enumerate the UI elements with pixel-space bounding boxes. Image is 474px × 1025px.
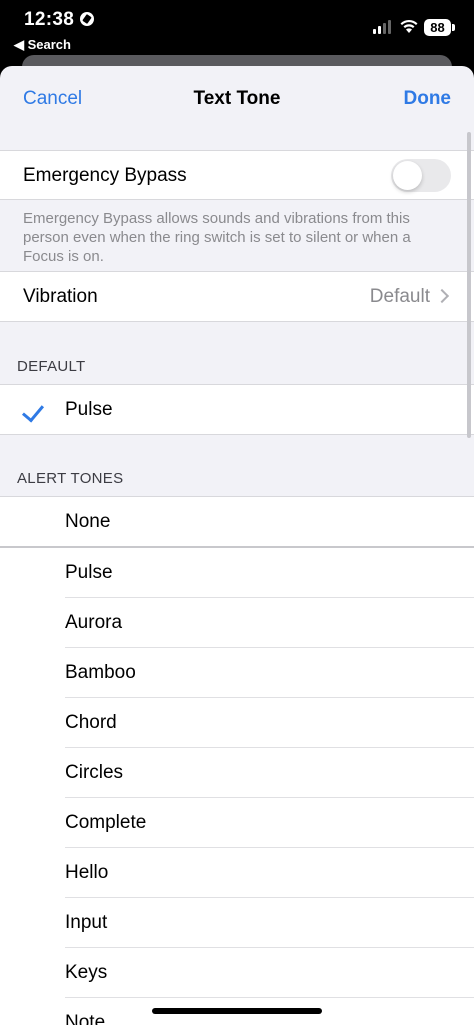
- emergency-bypass-footnote: Emergency Bypass allows sounds and vibra…: [23, 210, 411, 265]
- tone-label: Chord: [65, 712, 117, 733]
- tone-row-bamboo[interactable]: Bamboo: [0, 648, 474, 698]
- tone-label: Circles: [65, 762, 124, 783]
- tone-label: Note: [65, 1012, 106, 1025]
- tone-label: None: [65, 511, 111, 532]
- alert-tones-list: None Pulse Aurora Bamboo Chord Circles C…: [0, 496, 474, 1025]
- tone-row-complete[interactable]: Complete: [0, 798, 474, 848]
- tone-row-none[interactable]: None: [0, 497, 474, 548]
- tone-label: Bamboo: [65, 662, 136, 683]
- tone-label: Keys: [65, 962, 108, 983]
- vibration-value: Default: [369, 286, 430, 307]
- tone-row-pulse[interactable]: Pulse: [0, 548, 474, 598]
- battery-icon: [452, 24, 455, 31]
- default-section-header: DEFAULT: [17, 358, 86, 375]
- navigation-bar: Cancel Text Tone Done: [0, 66, 474, 132]
- tone-row-chord[interactable]: Chord: [0, 698, 474, 748]
- tone-label: Pulse: [65, 562, 113, 583]
- text-tone-sheet: Cancel Text Tone Done Emergency Bypass E…: [0, 66, 474, 1025]
- tone-row-hello[interactable]: Hello: [0, 848, 474, 898]
- checkmark-icon: [21, 399, 45, 423]
- home-indicator[interactable]: [152, 1008, 322, 1014]
- tone-label: Input: [65, 912, 108, 933]
- vibration-label: Vibration: [23, 286, 98, 307]
- default-tone-label: Pulse: [65, 399, 113, 420]
- battery-level: 88: [424, 19, 451, 36]
- tone-label: Hello: [65, 862, 109, 883]
- default-tone-row[interactable]: Pulse: [0, 384, 474, 435]
- tone-label: Aurora: [65, 612, 123, 633]
- back-to-search-link[interactable]: ◀ Search: [14, 37, 71, 53]
- scrollbar[interactable]: [467, 132, 471, 438]
- done-button[interactable]: Done: [404, 88, 452, 110]
- tone-row-keys[interactable]: Keys: [0, 948, 474, 998]
- chevron-right-icon: [434, 288, 450, 304]
- location-arrow-icon: [80, 12, 94, 26]
- alert-tones-section-header: ALERT TONES: [17, 470, 124, 487]
- tone-row-input[interactable]: Input: [0, 898, 474, 948]
- vibration-row[interactable]: Vibration Default: [0, 271, 474, 322]
- status-time: 12:38: [24, 9, 75, 30]
- wifi-icon: [400, 19, 418, 33]
- status-bar: 12:38 ◀ Search 88: [0, 0, 474, 62]
- emergency-bypass-row: Emergency Bypass: [0, 150, 474, 200]
- toggle-knob: [393, 161, 422, 190]
- tone-label: Complete: [65, 812, 147, 833]
- tone-row-aurora[interactable]: Aurora: [0, 598, 474, 648]
- cellular-signal-icon: [373, 20, 393, 34]
- emergency-bypass-label: Emergency Bypass: [23, 165, 187, 186]
- emergency-bypass-toggle[interactable]: [391, 159, 451, 192]
- tone-row-circles[interactable]: Circles: [0, 748, 474, 798]
